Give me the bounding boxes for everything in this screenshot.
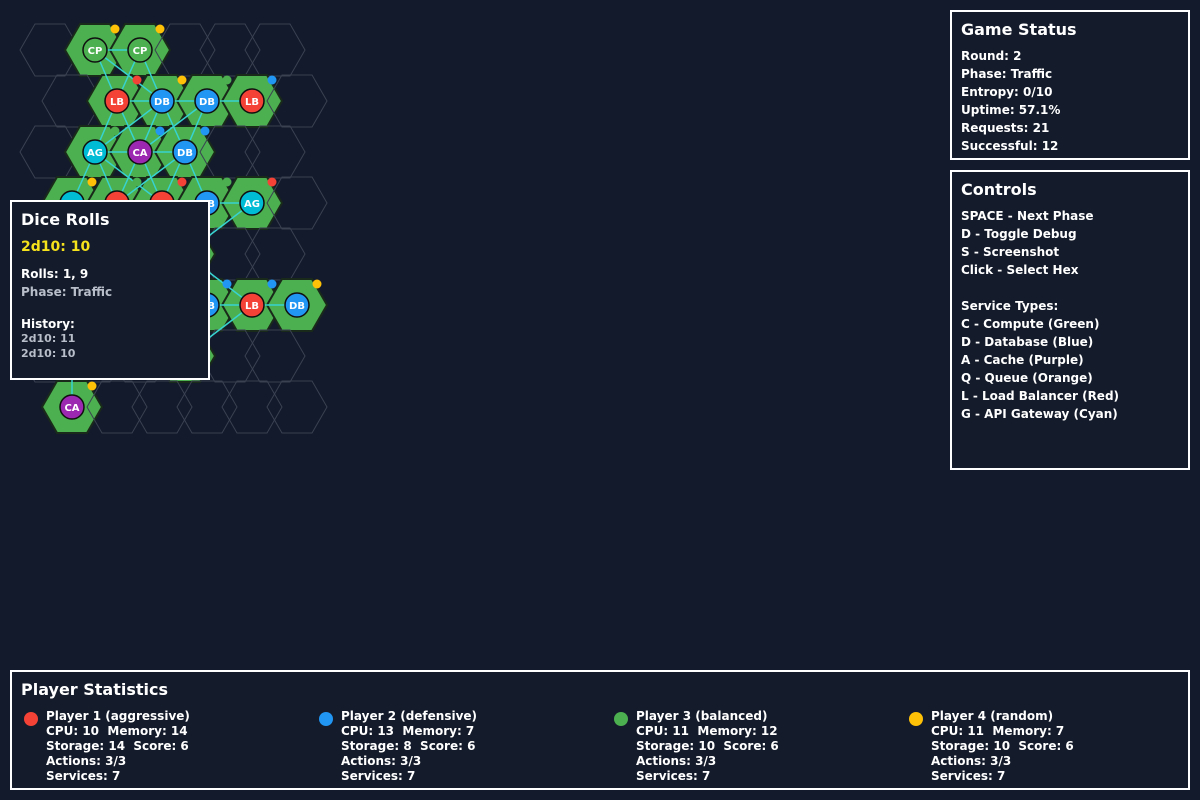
service-code-label: CP <box>88 46 103 57</box>
owner-marker-icon <box>132 75 142 85</box>
owner-marker-icon <box>110 126 120 136</box>
control-screenshot: S - Screenshot <box>961 245 1060 259</box>
service-code-label: AG <box>244 199 260 210</box>
control-select-hex: Click - Select Hex <box>961 263 1079 277</box>
player-2-color-dot <box>319 712 333 726</box>
service-code-label: AG <box>87 148 103 159</box>
controls-title: Controls <box>961 180 1037 199</box>
owner-marker-icon <box>267 75 277 85</box>
service-code-label: CA <box>64 403 79 414</box>
owner-marker-icon <box>87 177 97 187</box>
status-phase: Phase: Traffic <box>961 67 1053 81</box>
owner-marker-icon <box>222 177 232 187</box>
owner-marker-icon <box>267 279 277 289</box>
status-uptime: Uptime: 57.1% <box>961 103 1061 117</box>
status-successful: Successful: 12 <box>961 139 1059 153</box>
player-cpu-memory: CPU: 10 Memory: 14 <box>46 724 188 738</box>
player-statistics-panel: Player Statistics Player 1 (aggressive) … <box>10 670 1190 790</box>
service-code-label: DB <box>199 97 215 108</box>
dice-rolls-panel: Dice Rolls 2d10: 10 Rolls: 1, 9 Phase: T… <box>10 200 210 380</box>
player-3-color-dot <box>614 712 628 726</box>
player-4-color-dot <box>909 712 923 726</box>
control-next-phase: SPACE - Next Phase <box>961 209 1094 223</box>
player-services: Services: 7 <box>931 769 1006 783</box>
player-cpu-memory: CPU: 11 Memory: 12 <box>636 724 778 738</box>
owner-marker-icon <box>155 24 165 34</box>
owner-marker-icon <box>177 177 187 187</box>
hex-tile-empty[interactable] <box>244 23 306 77</box>
player-services: Services: 7 <box>341 769 416 783</box>
player-storage-score: Storage: 10 Score: 6 <box>636 739 779 753</box>
owner-marker-icon <box>110 24 120 34</box>
player-statistics-title: Player Statistics <box>21 680 169 699</box>
owner-marker-icon <box>200 126 210 136</box>
service-types-title: Service Types: <box>961 299 1059 313</box>
service-code-label: DB <box>177 148 193 159</box>
hex-tile-empty[interactable] <box>266 380 328 434</box>
owner-marker-icon <box>155 126 165 136</box>
hex-tile-empty[interactable] <box>131 380 193 434</box>
player-services: Services: 7 <box>636 769 711 783</box>
player-1-color-dot <box>24 712 38 726</box>
service-code-label: DB <box>154 97 170 108</box>
service-code-label: LB <box>245 97 259 108</box>
service-type-load-balancer: L - Load Balancer (Red) <box>961 389 1120 403</box>
dice-history-item: 2d10: 11 <box>21 332 76 345</box>
service-code-label: LB <box>110 97 124 108</box>
dice-history-title: History: <box>21 317 75 331</box>
dice-title: Dice Rolls <box>21 210 110 229</box>
player-services: Services: 7 <box>46 769 121 783</box>
player-storage-score: Storage: 8 Score: 6 <box>341 739 476 753</box>
player-actions: Actions: 3/3 <box>636 754 717 768</box>
dice-rolls: Rolls: 1, 9 <box>21 267 89 281</box>
owner-marker-icon <box>222 279 232 289</box>
hex-tile-empty[interactable] <box>221 380 283 434</box>
owner-marker-icon <box>222 75 232 85</box>
dice-history-item: 2d10: 10 <box>21 347 76 360</box>
player-storage-score: Storage: 10 Score: 6 <box>931 739 1074 753</box>
service-code-label: CP <box>133 46 148 57</box>
controls-panel: Controls SPACE - Next Phase D - Toggle D… <box>950 170 1190 470</box>
player-actions: Actions: 3/3 <box>931 754 1012 768</box>
hex-tile-empty[interactable] <box>244 329 306 383</box>
player-storage-score: Storage: 14 Score: 6 <box>46 739 189 753</box>
owner-marker-icon <box>177 75 187 85</box>
owner-marker-icon <box>132 177 142 187</box>
owner-marker-icon <box>267 177 277 187</box>
hex-tile-empty[interactable] <box>199 23 261 77</box>
player-actions: Actions: 3/3 <box>341 754 422 768</box>
service-type-cache: A - Cache (Purple) <box>961 353 1084 367</box>
status-requests: Requests: 21 <box>961 121 1050 135</box>
service-type-compute: C - Compute (Green) <box>961 317 1100 331</box>
game-status-title: Game Status <box>961 20 1077 39</box>
dice-phase: Phase: Traffic <box>21 285 113 299</box>
player-cpu-memory: CPU: 11 Memory: 7 <box>931 724 1065 738</box>
control-toggle-debug: D - Toggle Debug <box>961 227 1077 241</box>
player-actions: Actions: 3/3 <box>46 754 127 768</box>
player-name: Player 1 (aggressive) <box>46 709 190 723</box>
service-code-label: CA <box>132 148 147 159</box>
game-status-panel: Game Status Round: 2 Phase: Traffic Entr… <box>950 10 1190 160</box>
service-code-label: DB <box>289 301 305 312</box>
player-name: Player 3 (balanced) <box>636 709 768 723</box>
status-entropy: Entropy: 0/10 <box>961 85 1053 99</box>
dice-result: 2d10: 10 <box>21 239 91 255</box>
service-type-api-gateway: G - API Gateway (Cyan) <box>961 407 1118 421</box>
owner-marker-icon <box>312 279 322 289</box>
player-name: Player 2 (defensive) <box>341 709 478 723</box>
hex-tile-empty[interactable] <box>176 380 238 434</box>
service-type-database: D - Database (Blue) <box>961 335 1094 349</box>
player-cpu-memory: CPU: 13 Memory: 7 <box>341 724 475 738</box>
owner-marker-icon <box>87 381 97 391</box>
status-round: Round: 2 <box>961 49 1022 63</box>
player-name: Player 4 (random) <box>931 709 1054 723</box>
service-type-queue: Q - Queue (Orange) <box>961 371 1093 385</box>
hex-tile-empty[interactable] <box>244 227 306 281</box>
service-code-label: LB <box>245 301 259 312</box>
hex-tile-empty[interactable] <box>244 125 306 179</box>
